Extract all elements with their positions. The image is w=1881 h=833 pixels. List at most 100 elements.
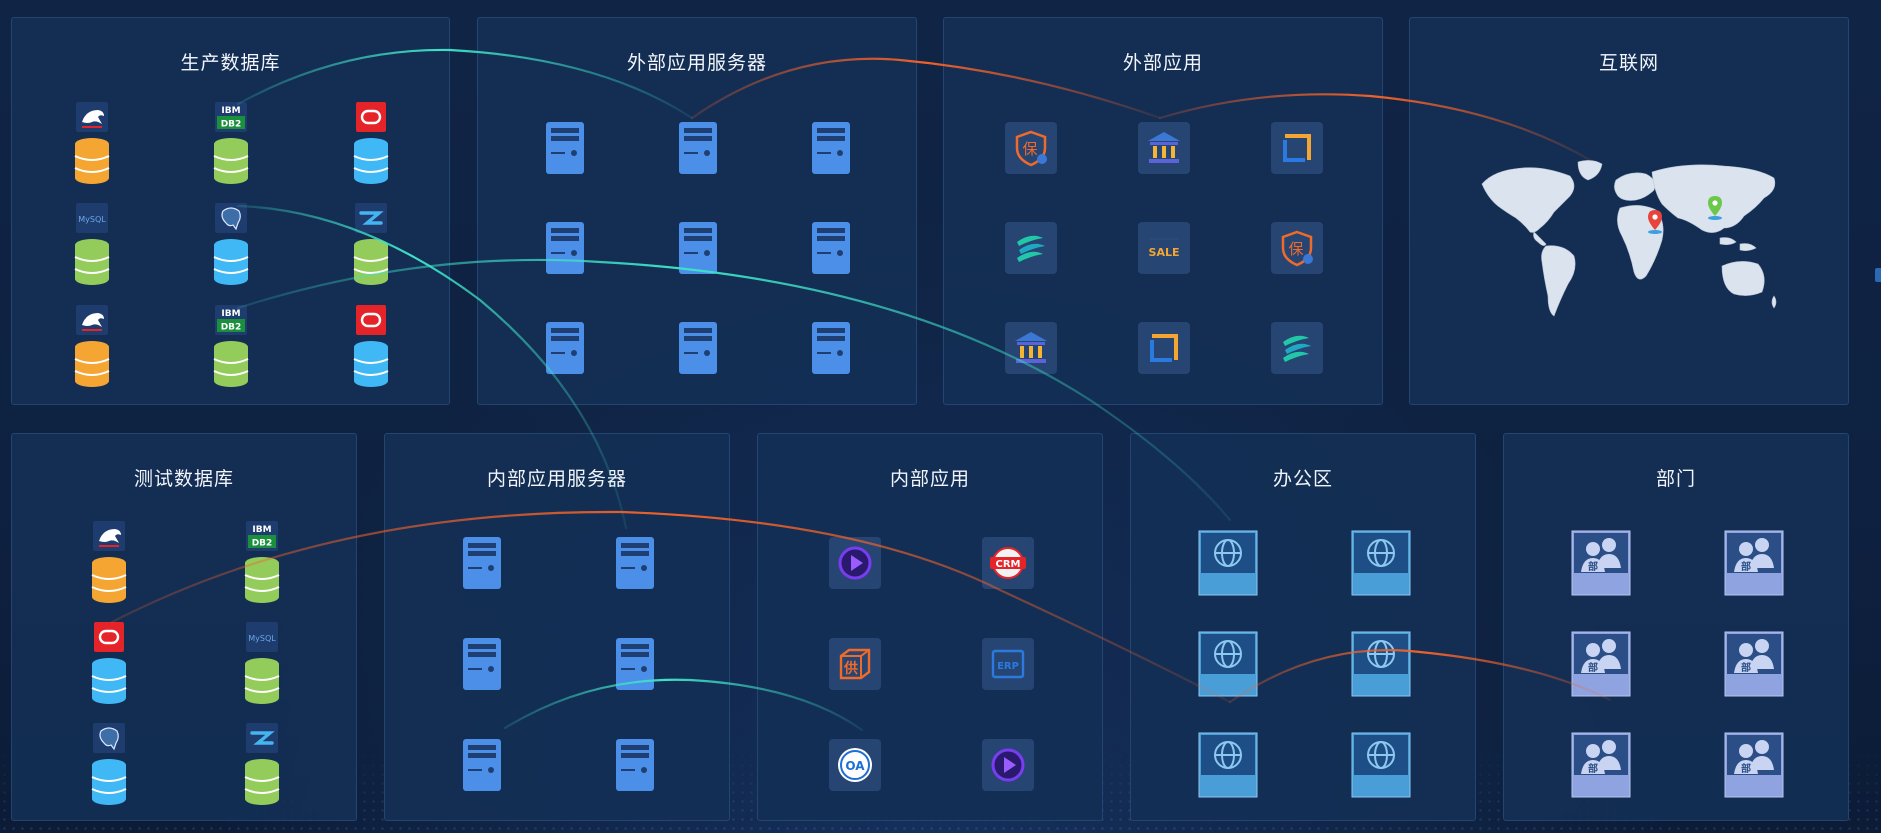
oa-label: OA: [845, 759, 865, 773]
db2-label: DB2: [221, 119, 242, 129]
postgresql-db-icon[interactable]: [32, 714, 185, 815]
frame-app-icon[interactable]: [1097, 298, 1230, 398]
bank-icon[interactable]: [1097, 98, 1230, 198]
supply-char: 供: [843, 660, 858, 677]
server-icon[interactable]: [498, 198, 631, 298]
server-icon[interactable]: [631, 298, 764, 398]
server-icon[interactable]: [558, 613, 711, 714]
insurance-icon[interactable]: 保: [1231, 198, 1364, 298]
department-char: 部: [1741, 762, 1751, 775]
oa-icon[interactable]: OA: [778, 714, 931, 815]
postgresql-db-icon[interactable]: [162, 195, 302, 297]
department-users-icon[interactable]: 部: [1524, 613, 1677, 714]
stripes-app-icon[interactable]: [964, 198, 1097, 298]
globe-workstation-icon[interactable]: [1304, 512, 1457, 613]
globe-workstation-icon[interactable]: [1151, 714, 1304, 815]
server-icon[interactable]: [405, 613, 558, 714]
frame-app-icon[interactable]: [1231, 98, 1364, 198]
server-icon[interactable]: [405, 512, 558, 613]
panel-internal-app-servers[interactable]: 内部应用服务器: [384, 433, 730, 821]
bank-icon[interactable]: [964, 298, 1097, 398]
department-users-icon[interactable]: 部: [1677, 512, 1830, 613]
globe-workstation-icon[interactable]: [1151, 512, 1304, 613]
panel-internet[interactable]: 互联网: [1409, 17, 1849, 405]
globe-workstation-icon[interactable]: [1304, 613, 1457, 714]
server-icon[interactable]: [631, 98, 764, 198]
mysql-label: MySQL: [248, 634, 276, 643]
ibm-label: IBM: [222, 309, 241, 319]
sql-db-icon[interactable]: [185, 714, 338, 815]
db2-label: DB2: [251, 538, 272, 548]
globe-workstation-icon[interactable]: [1304, 714, 1457, 815]
server-grid: [405, 512, 711, 815]
panel-test-database[interactable]: 测试数据库 IBM DB2 MySQL: [11, 433, 357, 821]
department-grid: 部 部 部 部 部 部: [1524, 512, 1830, 815]
panel-title: 内部应用服务器: [486, 468, 627, 490]
erp-icon[interactable]: ERP: [931, 613, 1084, 714]
panel-title: 部门: [1655, 468, 1696, 490]
world-map[interactable]: [1474, 156, 1786, 326]
panel-department[interactable]: 部门 部 部 部 部 部 部: [1503, 433, 1849, 821]
mysql-label: MySQL: [78, 215, 106, 224]
ibm-db2-db-icon[interactable]: IBM DB2: [162, 93, 302, 195]
server-icon[interactable]: [765, 198, 898, 298]
department-users-icon[interactable]: 部: [1677, 613, 1830, 714]
server-icon[interactable]: [558, 512, 711, 613]
stripes-app-icon[interactable]: [1231, 298, 1364, 398]
globe-workstation-icon[interactable]: [1151, 613, 1304, 714]
insurance-char: 保: [1022, 140, 1037, 158]
app-grid: CRM 供 ERP OA: [778, 512, 1084, 815]
department-char: 部: [1588, 560, 1598, 573]
panel-title: 生产数据库: [180, 52, 281, 74]
panel-external-apps[interactable]: 外部应用 保 SALE 保: [943, 17, 1383, 405]
server-icon[interactable]: [765, 298, 898, 398]
panel-title: 互联网: [1598, 52, 1659, 74]
crm-icon[interactable]: CRM: [931, 512, 1084, 613]
ibm-db2-db-icon[interactable]: IBM DB2: [185, 512, 338, 613]
server-icon[interactable]: [631, 198, 764, 298]
insurance-char: 保: [1289, 240, 1304, 258]
server-icon[interactable]: [558, 714, 711, 815]
server-icon[interactable]: [405, 714, 558, 815]
play-app-icon[interactable]: [778, 512, 931, 613]
side-collapse-handle[interactable]: [1875, 268, 1881, 282]
mysql-db-icon[interactable]: MySQL: [185, 613, 338, 714]
department-char: 部: [1741, 560, 1751, 573]
panel-title: 内部应用: [889, 468, 970, 490]
mysql-dolphin-db-icon[interactable]: [22, 296, 162, 398]
oracle-db-icon[interactable]: [32, 613, 185, 714]
panel-external-app-servers[interactable]: 外部应用服务器: [477, 17, 917, 405]
sale-label: SALE: [1149, 246, 1180, 259]
mysql-dolphin-db-icon[interactable]: [32, 512, 185, 613]
panel-title: 测试数据库: [133, 468, 234, 490]
ibm-label: IBM: [252, 525, 271, 535]
erp-label: ERP: [997, 661, 1019, 672]
oracle-db-icon[interactable]: [301, 296, 441, 398]
sql-db-icon[interactable]: [301, 195, 441, 297]
server-icon[interactable]: [765, 98, 898, 198]
sale-icon[interactable]: SALE: [1097, 198, 1230, 298]
panel-internal-apps[interactable]: 内部应用 CRM 供 ERP OA: [757, 433, 1103, 821]
department-users-icon[interactable]: 部: [1677, 714, 1830, 815]
app-grid: 保 SALE 保: [964, 98, 1364, 398]
server-icon[interactable]: [498, 298, 631, 398]
panel-office-area[interactable]: 办公区: [1130, 433, 1476, 821]
db-grid: IBM DB2 MySQL: [22, 93, 441, 398]
server-icon[interactable]: [498, 98, 631, 198]
ibm-db2-db-icon[interactable]: IBM DB2: [162, 296, 302, 398]
panel-production-database[interactable]: 生产数据库 IBM DB2 MySQL IBM DB2: [11, 17, 450, 405]
play-app-icon[interactable]: [931, 714, 1084, 815]
db-grid: IBM DB2 MySQL: [32, 512, 338, 815]
panel-title: 外部应用: [1122, 52, 1203, 74]
department-users-icon[interactable]: 部: [1524, 714, 1677, 815]
mysql-dolphin-db-icon[interactable]: [22, 93, 162, 195]
panel-title: 外部应用服务器: [626, 52, 767, 74]
oracle-db-icon[interactable]: [301, 93, 441, 195]
mysql-db-icon[interactable]: MySQL: [22, 195, 162, 297]
department-users-icon[interactable]: 部: [1524, 512, 1677, 613]
supply-icon[interactable]: 供: [778, 613, 931, 714]
db2-label: DB2: [221, 323, 242, 333]
ibm-label: IBM: [222, 106, 241, 116]
insurance-icon[interactable]: 保: [964, 98, 1097, 198]
panel-title: 办公区: [1272, 468, 1333, 490]
